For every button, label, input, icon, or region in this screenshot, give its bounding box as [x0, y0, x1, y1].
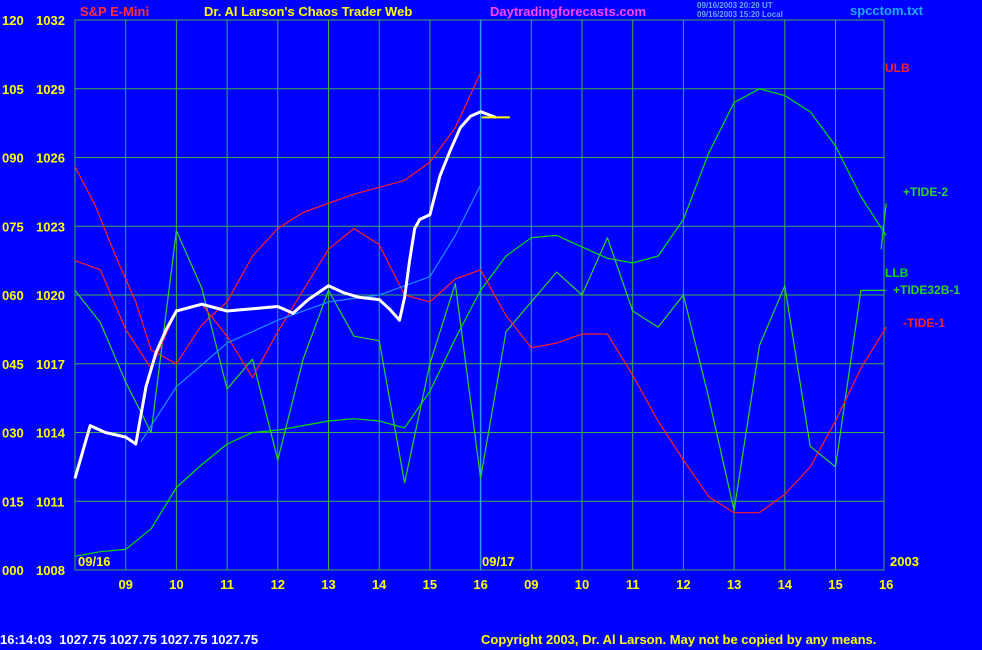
y-tick-label-price: 1029 — [36, 82, 65, 97]
x-tick-label: 09 — [118, 577, 132, 592]
copyright-notice: Copyright 2003, Dr. Al Larson. May not b… — [481, 632, 877, 647]
y-tick-label-tide: 105 — [2, 82, 24, 97]
x-tick-label: 16 — [473, 577, 487, 592]
y-tick-label-tide: 075 — [2, 219, 24, 234]
date-label: 09/16 — [78, 554, 111, 569]
x-tick-label: 12 — [271, 577, 285, 592]
date-label: 09/17 — [482, 554, 515, 569]
y-tick-label-tide: 120 — [2, 13, 24, 28]
x-tick-label: 11 — [626, 577, 640, 592]
x-tick-label: 14 — [778, 577, 793, 592]
y-tick-label-price: 1008 — [36, 563, 65, 578]
x-tick-label: 16 — [879, 577, 893, 592]
x-tick-label: 15 — [423, 577, 437, 592]
x-tick-label: 12 — [676, 577, 690, 592]
y-tick-label-tide: 030 — [2, 426, 24, 441]
y-tick-label-price: 1020 — [36, 288, 65, 303]
y-tick-label-tide: 015 — [2, 494, 24, 509]
y-tick-label-tide: 045 — [2, 357, 24, 372]
y-tick-label-tide: 000 — [2, 563, 24, 578]
x-tick-label: 13 — [321, 577, 335, 592]
legend-label: -TIDE-1 — [903, 316, 945, 330]
quote-readout: 16:14:03 1027.75 1027.75 1027.75 1027.75 — [0, 632, 259, 647]
x-tick-label: 10 — [169, 577, 183, 592]
x-tick-label: 11 — [220, 577, 234, 592]
legend-label: +TIDE-2 — [903, 185, 948, 199]
y-tick-label-price: 1026 — [36, 151, 65, 166]
chart-area: 120 1032 105 1029 090 1026 075 1023 060 1020 045 10… — [2, 13, 960, 592]
y-tick-label-price: 1032 — [36, 13, 65, 28]
x-tick-label: 09 — [524, 577, 538, 592]
date-label: 2003 — [890, 554, 919, 569]
y-tick-label-price: 1011 — [36, 494, 64, 509]
y-tick-label-price: 1014 — [36, 426, 66, 441]
x-tick-label: 15 — [828, 577, 842, 592]
y-tick-label-tide: 060 — [2, 288, 24, 303]
legend-label: LLB — [885, 266, 909, 280]
y-tick-label-price: 1023 — [36, 219, 65, 234]
y-tick-label-price: 1017 — [36, 357, 65, 372]
legend-label: ULB — [885, 61, 910, 75]
legend-label: +TIDE32B-1 — [893, 283, 960, 297]
x-tick-label: 10 — [575, 577, 589, 592]
x-tick-label: 13 — [727, 577, 741, 592]
y-tick-label-tide: 090 — [2, 151, 24, 166]
x-tick-label: 14 — [372, 577, 387, 592]
